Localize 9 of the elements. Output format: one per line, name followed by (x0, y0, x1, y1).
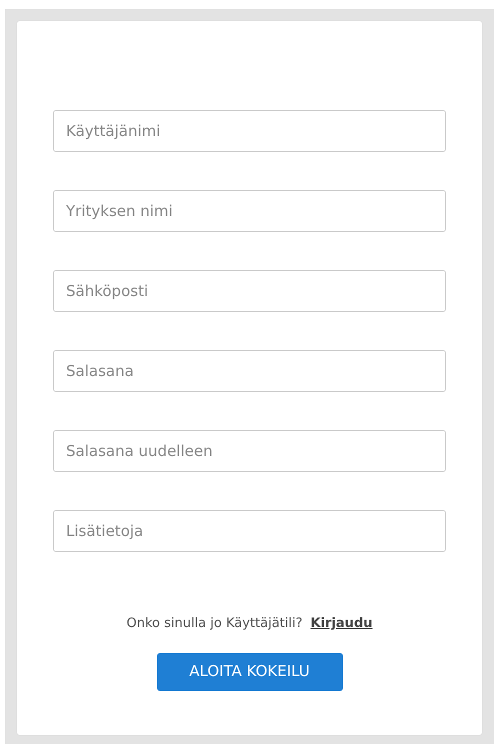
text-field[interactable]: Lisätietoja (53, 510, 446, 552)
text-field[interactable]: Sähköposti (53, 270, 446, 312)
text-field[interactable]: Yrityksen nimi (53, 190, 446, 232)
login-link[interactable]: Kirjaudu (310, 614, 373, 634)
start-trial-button[interactable]: ALOITA KOKEILU (156, 652, 342, 690)
login-prompt: Onko sinulla jo Käyttäjätili? (126, 615, 303, 633)
text-field[interactable]: Salasana (53, 350, 446, 392)
text-field[interactable]: Salasana uudelleen (53, 430, 446, 472)
text-field[interactable]: Käyttäjänimi (53, 110, 446, 152)
